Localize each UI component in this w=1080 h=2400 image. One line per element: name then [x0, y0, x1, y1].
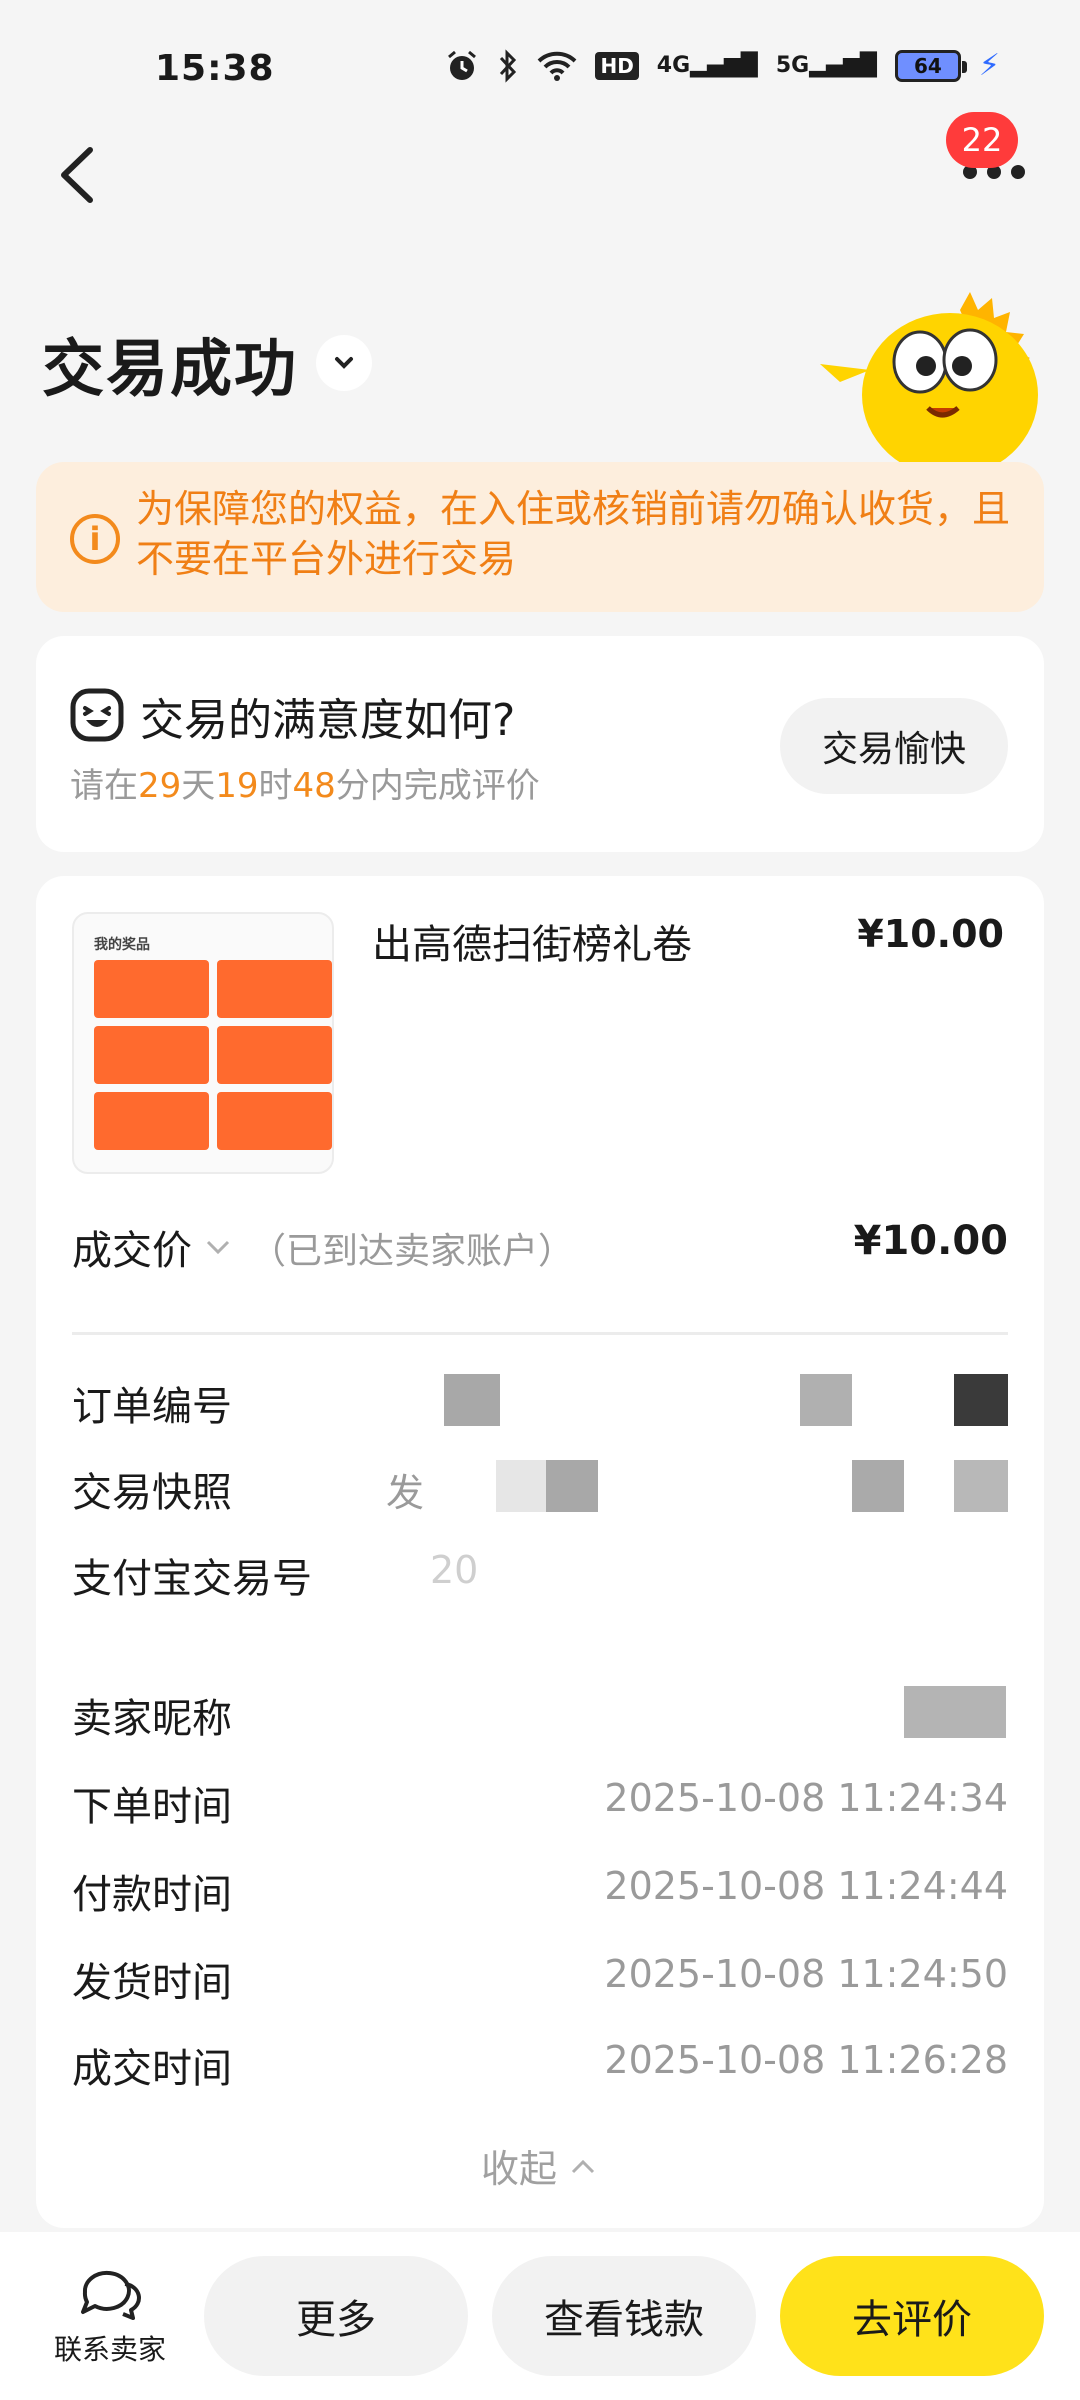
deal-price-note: （已到达卖家账户）	[250, 1231, 575, 1272]
notice-text: 为保障您的权益，在入住或核销前请勿确认收货，且不要在平台外进行交易	[136, 487, 1011, 581]
collapse-button[interactable]: 收起	[36, 2138, 1044, 2193]
signal-5g-icon: 5G▂▄▆█	[775, 53, 877, 78]
back-arrow-icon[interactable]	[50, 140, 110, 210]
payment-time-row: 付款时间 2025-10-08 11:24:44	[72, 1862, 1008, 1922]
collapse-label: 收起	[480, 2147, 557, 2191]
happy-trade-button[interactable]: 交易愉快	[780, 698, 1008, 794]
order-time-value: 2025-10-08 11:24:34	[604, 1776, 1008, 1820]
redacted-snapshot	[496, 1460, 546, 1512]
redacted-seller-nickname	[904, 1686, 1006, 1738]
redacted-order-number	[444, 1374, 500, 1426]
title-dropdown-button[interactable]	[316, 335, 373, 391]
wifi-icon	[538, 51, 577, 81]
order-card: 我的奖品 出高德扫街榜礼卷 ¥10.00 成交价 （已到达卖家账户） ¥10.0…	[36, 876, 1044, 2228]
contact-seller-button[interactable]: 联系卖家	[40, 2262, 180, 2368]
battery-icon: 64	[894, 49, 967, 82]
signal-4g-icon: 4G▂▄▆█	[656, 53, 758, 78]
chevron-up-icon	[571, 2159, 595, 2173]
redacted-snapshot	[546, 1460, 598, 1512]
review-deadline: 请在29天19时48分内完成评价	[70, 758, 540, 807]
status-time: 15:38	[155, 48, 275, 89]
alipay-trade-number-label: 支付宝交易号	[72, 1556, 312, 1602]
signal-5g-label: 5G	[775, 53, 810, 78]
deadline-days-unit: 天	[181, 766, 216, 806]
product-price: ¥10.00	[857, 912, 1004, 956]
notification-badge: 22	[946, 112, 1018, 168]
thumbnail-heading: 我的奖品	[94, 937, 150, 953]
order-time-row: 下单时间 2025-10-08 11:24:34	[72, 1774, 1008, 1834]
info-icon: i	[70, 514, 120, 564]
view-payment-button[interactable]: 查看钱款	[492, 2256, 756, 2376]
contact-seller-label: 联系卖家	[53, 2333, 166, 2366]
snapshot-row[interactable]: 交易快照 发	[72, 1460, 1008, 1520]
alarm-icon	[448, 50, 477, 80]
order-time-label: 下单时间	[72, 1784, 232, 1830]
payment-time-label: 付款时间	[72, 1872, 232, 1918]
deadline-days: 29	[138, 766, 182, 806]
redacted-snapshot	[852, 1460, 904, 1512]
deal-price-value: ¥10.00	[853, 1218, 1008, 1264]
signal-4g-label: 4G	[656, 53, 691, 78]
order-number-row[interactable]: 订单编号	[72, 1374, 1008, 1434]
snapshot-label: 交易快照	[72, 1470, 232, 1516]
shipping-time-value: 2025-10-08 11:24:50	[604, 1952, 1008, 1996]
status-icons: HD 4G▂▄▆█ 5G▂▄▆█ 64 ⚡	[445, 48, 1000, 83]
payment-time-value: 2025-10-08 11:24:44	[604, 1864, 1008, 1908]
deal-price-label: 成交价	[72, 1228, 192, 1274]
alipay-trade-number-row[interactable]: 支付宝交易号 20	[72, 1546, 1008, 1606]
safety-notice: i 为保障您的权益，在入住或核销前请勿确认收货，且不要在平台外进行交易	[36, 462, 1044, 612]
product-thumbnail[interactable]: 我的奖品	[72, 912, 334, 1174]
coupon-grid	[94, 960, 332, 1150]
seller-nickname-label: 卖家昵称	[72, 1696, 232, 1742]
deadline-hours: 19	[215, 766, 259, 806]
mascot-illustration	[820, 292, 1038, 470]
review-button[interactable]: 去评价	[780, 2256, 1044, 2376]
deal-price-row[interactable]: 成交价 （已到达卖家账户） ¥10.00	[72, 1218, 1008, 1278]
charging-icon: ⚡	[978, 48, 1000, 83]
alipay-trade-number-value: 20	[430, 1548, 479, 1592]
deadline-hours-unit: 时	[258, 766, 293, 806]
shipping-time-row: 发货时间 2025-10-08 11:24:50	[72, 1950, 1008, 2010]
deadline-suffix: 分内完成评价	[335, 766, 540, 806]
completion-time-label: 成交时间	[72, 2046, 232, 2092]
chevron-down-icon	[206, 1240, 230, 1255]
satisfaction-title: 交易的满意度如何?	[140, 695, 516, 746]
redacted-order-number	[954, 1374, 1008, 1426]
chevron-down-icon	[335, 357, 354, 369]
snapshot-value: 发	[386, 1471, 425, 1515]
status-bar: 15:38 HD 4G▂▄▆█ 5G▂▄▆█ 64 ⚡	[0, 0, 1080, 130]
hd-icon: HD	[595, 51, 639, 80]
deadline-prefix: 请在	[70, 766, 138, 806]
product-name[interactable]: 出高德扫街榜礼卷	[372, 912, 692, 970]
bottom-action-bar: 联系卖家 更多 查看钱款 去评价	[0, 2232, 1080, 2400]
redacted-order-number	[800, 1374, 852, 1426]
chat-bubble-icon	[81, 2270, 141, 2320]
deadline-minutes: 48	[292, 766, 336, 806]
bluetooth-icon	[500, 48, 517, 83]
satisfaction-card: 交易的满意度如何? 请在29天19时48分内完成评价 交易愉快	[36, 636, 1044, 852]
more-button[interactable]: 更多	[204, 2256, 468, 2376]
shipping-time-label: 发货时间	[72, 1960, 232, 2006]
order-number-label: 订单编号	[72, 1384, 232, 1430]
completion-time-value: 2025-10-08 11:26:28	[604, 2038, 1008, 2082]
title-row: 交易成功	[42, 318, 373, 408]
redacted-snapshot	[954, 1460, 1008, 1512]
seller-nickname-row: 卖家昵称	[72, 1686, 1008, 1746]
completion-time-row: 成交时间 2025-10-08 11:26:28	[72, 2036, 1008, 2096]
smiley-face-icon	[70, 688, 124, 742]
divider	[72, 1332, 1008, 1335]
page-title: 交易成功	[42, 332, 299, 405]
